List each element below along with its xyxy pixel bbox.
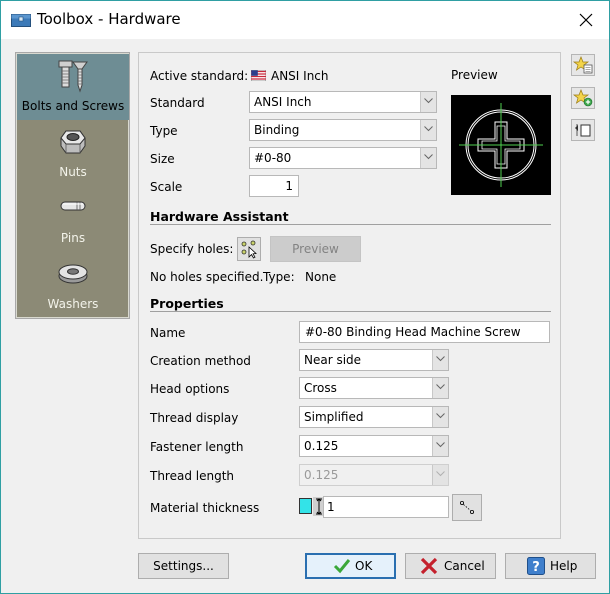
- fastener-preview: [451, 95, 551, 195]
- chevron-down-icon[interactable]: [420, 92, 436, 112]
- cancel-button[interactable]: Cancel: [405, 553, 496, 579]
- creation-method-value: Near side: [304, 353, 362, 367]
- holes-type-value: None: [305, 270, 337, 284]
- help-button[interactable]: ? Help: [505, 553, 596, 579]
- thread-length-value: 0.125: [304, 468, 339, 482]
- holes-status-text: No holes specified.: [150, 270, 264, 284]
- add-favorite-icon: [572, 89, 594, 111]
- sidebar-item-nuts[interactable]: Nuts: [17, 120, 129, 186]
- hardware-category-sidebar: Bolts and Screws Nuts Pins Washers: [15, 52, 130, 319]
- sidebar-item-label: Washers: [47, 297, 99, 311]
- active-standard-value: ANSI Inch: [271, 69, 329, 83]
- settings-button[interactable]: Settings...: [138, 553, 229, 579]
- collapse-panel-icon: [572, 124, 594, 143]
- size-select-value: #0-80: [254, 151, 292, 165]
- bolts-screws-icon: [55, 58, 91, 93]
- toolbox-hardware-dialog: Toolbox - Hardware Bolts and Screws Nuts…: [0, 0, 610, 594]
- help-button-label: Help: [550, 559, 578, 573]
- head-options-label: Head options: [150, 382, 230, 396]
- creation-method-label: Creation method: [150, 354, 251, 368]
- specify-holes-label: Specify holes:: [150, 242, 234, 256]
- head-options-select[interactable]: Cross: [299, 377, 449, 399]
- collapse-panel-button[interactable]: [571, 119, 595, 141]
- scale-input[interactable]: 1: [249, 175, 299, 197]
- fastener-length-label: Fastener length: [150, 440, 244, 454]
- washer-icon: [55, 256, 91, 290]
- cancel-x-icon: [420, 557, 438, 578]
- favorites-list-icon: [572, 56, 594, 78]
- name-label: Name: [150, 326, 186, 340]
- thread-display-label: Thread display: [150, 411, 239, 425]
- chevron-down-icon[interactable]: [420, 120, 436, 140]
- fastener-length-select[interactable]: 0.125: [299, 435, 449, 457]
- holes-type-label: Type:: [263, 270, 295, 284]
- chevron-down-icon[interactable]: [432, 436, 448, 456]
- sidebar-item-bolts-and-screws[interactable]: Bolts and Screws: [17, 54, 129, 120]
- type-select[interactable]: Binding: [249, 119, 437, 141]
- type-select-value: Binding: [254, 123, 300, 137]
- ok-button-label: OK: [355, 559, 373, 573]
- chevron-down-icon[interactable]: [432, 407, 448, 427]
- pin-icon: [55, 190, 91, 224]
- thread-display-value: Simplified: [304, 410, 364, 424]
- properties-heading: Properties: [150, 296, 551, 312]
- measure-distance-icon: [453, 501, 481, 523]
- chevron-down-icon[interactable]: [432, 350, 448, 370]
- chevron-down-icon[interactable]: [432, 378, 448, 398]
- ok-button[interactable]: OK: [305, 553, 396, 579]
- preview-label: Preview: [451, 68, 498, 82]
- head-options-value: Cross: [304, 381, 337, 395]
- chevron-down-icon[interactable]: [420, 148, 436, 168]
- hardware-assistant-heading: Hardware Assistant: [150, 209, 551, 225]
- select-holes-icon: [238, 240, 260, 263]
- name-input[interactable]: #0-80 Binding Head Machine Screw: [299, 321, 550, 343]
- us-flag-icon: [250, 69, 267, 84]
- preview-holes-button[interactable]: Preview: [270, 236, 361, 262]
- add-favorite-button[interactable]: [571, 87, 595, 109]
- size-label: Size: [150, 152, 175, 166]
- sidebar-item-label: Bolts and Screws: [21, 99, 125, 113]
- cancel-button-label: Cancel: [444, 559, 485, 573]
- size-select[interactable]: #0-80: [249, 147, 437, 169]
- toolbox-icon: [11, 13, 31, 27]
- close-icon[interactable]: [573, 7, 599, 33]
- chevron-down-icon: [432, 465, 448, 485]
- help-icon: ?: [527, 557, 545, 578]
- favorites-list-button[interactable]: [571, 54, 595, 76]
- material-thickness-input[interactable]: 1: [323, 496, 449, 518]
- sidebar-item-label: Nuts: [59, 165, 87, 179]
- specify-holes-button[interactable]: [237, 237, 261, 261]
- sidebar-item-pins[interactable]: Pins: [17, 186, 129, 252]
- scale-label: Scale: [150, 180, 183, 194]
- standard-select-value: ANSI Inch: [254, 95, 312, 109]
- svg-text:?: ?: [532, 560, 540, 575]
- fastener-length-value: 0.125: [304, 439, 339, 453]
- thread-display-select[interactable]: Simplified: [299, 406, 449, 428]
- cross-head-screw-preview-icon: [459, 103, 543, 187]
- type-label: Type: [150, 124, 178, 138]
- sidebar-item-label: Pins: [60, 231, 86, 245]
- active-standard-label: Active standard:: [150, 69, 249, 83]
- checkmark-icon: [333, 558, 351, 577]
- hardware-properties-panel: Active standard: ANSI Inch Standard ANSI…: [138, 52, 561, 539]
- material-color-swatch: [299, 498, 312, 514]
- sidebar-item-washers[interactable]: Washers: [17, 252, 129, 318]
- measure-thickness-button[interactable]: [452, 494, 482, 521]
- thread-length-label: Thread length: [150, 469, 235, 483]
- standard-label: Standard: [150, 96, 205, 110]
- thread-length-select: 0.125: [299, 464, 449, 486]
- window-title: Toolbox - Hardware: [37, 10, 181, 28]
- standard-select[interactable]: ANSI Inch: [249, 91, 437, 113]
- nut-icon: [55, 124, 91, 158]
- creation-method-select[interactable]: Near side: [299, 349, 449, 371]
- title-bar: Toolbox - Hardware: [1, 1, 609, 39]
- material-thickness-label: Material thickness: [150, 501, 260, 515]
